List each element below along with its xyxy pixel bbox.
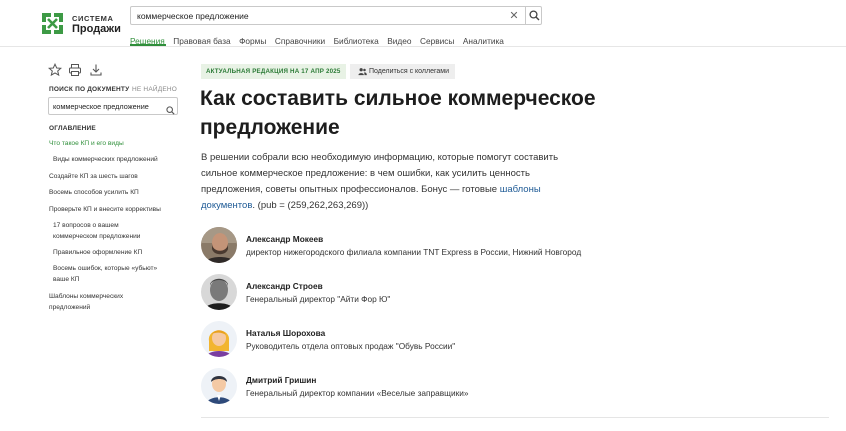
page-title: Как составить сильное коммерческое предл… xyxy=(200,84,760,142)
edition-badge: АКТУАЛЬНАЯ РЕДАКЦИЯ НА 17 АПР 2025 xyxy=(201,64,346,79)
toc-item-formatting[interactable]: Правильное оформление КП xyxy=(53,248,142,259)
nav-item-legal-base[interactable]: Правовая база xyxy=(173,36,230,46)
logo-text-bottom: Продажи xyxy=(72,23,121,35)
templates-link[interactable]: шаблоны xyxy=(500,184,541,195)
search-input[interactable] xyxy=(137,7,497,24)
nav-item-video[interactable]: Видео xyxy=(387,36,411,46)
doc-search-box xyxy=(48,97,178,115)
search-button[interactable] xyxy=(525,7,542,24)
avatar xyxy=(201,227,237,263)
toc-item-kp-types[interactable]: Виды коммерческих предложений xyxy=(53,155,158,166)
lead-line1: В решении собрали всю необходимую информ… xyxy=(201,152,559,163)
expert-name[interactable]: Александр Строев xyxy=(246,281,323,291)
toc-item-eight-mistakes[interactable]: Восемь ошибок, которые «убьют» xyxy=(53,264,157,275)
divider xyxy=(201,417,829,418)
logo-text-top: СИСТЕМА xyxy=(72,14,114,23)
toc-item-eight-ways[interactable]: Восемь способов усилить КП xyxy=(49,188,139,199)
toc-item-eight-mistakes-cont[interactable]: ваше КП xyxy=(53,275,79,286)
expert-card: Александр Строев Генеральный директор "А… xyxy=(201,274,761,310)
nav-item-forms[interactable]: Формы xyxy=(239,36,266,46)
lead-line2: сильное коммерческое предложение: в чем … xyxy=(201,168,530,179)
toc-item-check-kp[interactable]: Проверьте КП и внесите коррективы xyxy=(49,205,161,216)
header: СИСТЕМА Продажи ✕ РешенияПравовая базаФо… xyxy=(0,0,846,47)
search-icon[interactable] xyxy=(166,102,175,120)
expert-role: Генеральный директор "Айти Фор Ю" xyxy=(246,294,391,304)
expert-role: Руководитель отдела оптовых продаж "Обув… xyxy=(246,341,456,351)
nav-item-analytics[interactable]: Аналитика xyxy=(463,36,504,46)
expert-name[interactable]: Александр Мокеев xyxy=(246,234,323,244)
expert-role: директор нижегородского филиала компании… xyxy=(246,247,582,257)
expert-role: Генеральный директор компании «Веселые з… xyxy=(246,388,469,398)
print-icon[interactable] xyxy=(68,63,82,82)
doc-search-status: НЕ НАЙДЕНО xyxy=(132,86,178,93)
nav-item-library[interactable]: Библиотека xyxy=(334,36,379,46)
page-title-line1: Как составить сильное коммерческое xyxy=(200,87,596,110)
toc-item-17-questions[interactable]: 17 вопросов о вашем xyxy=(53,221,119,232)
star-icon[interactable] xyxy=(47,62,63,82)
lead-tail: . (pub = (259,262,263,269)) xyxy=(252,200,369,211)
nav-item-services[interactable]: Сервисы xyxy=(420,36,454,46)
toc-item-templates[interactable]: Шаблоны коммерческих xyxy=(49,292,123,303)
logo[interactable]: СИСТЕМА Продажи xyxy=(40,11,121,37)
expert-card: Александр Мокеев директор нижегородского… xyxy=(201,227,761,263)
toc-item-17-questions-cont[interactable]: коммерческом предложении xyxy=(53,232,140,243)
avatar xyxy=(201,368,237,404)
logo-icon xyxy=(42,13,63,34)
users-icon xyxy=(358,68,367,76)
main-nav: Решения Правовая база Формы Справочники Библ… xyxy=(130,31,512,46)
page-title-line2: предложение xyxy=(200,116,340,139)
nav-item-references[interactable]: Справочники xyxy=(275,36,325,46)
share-button[interactable]: Поделиться с коллегами xyxy=(350,64,456,79)
toc-item-six-steps[interactable]: Создайте КП за шесть шагов xyxy=(49,172,138,183)
avatar xyxy=(201,274,237,310)
share-label: Поделиться с коллегами xyxy=(369,68,450,75)
expert-card: Дмитрий Гришин Генеральный директор комп… xyxy=(201,368,761,404)
doc-search-label: ПОИСК ПО ДОКУМЕНТУ xyxy=(49,86,130,93)
toc-label: ОГЛАВЛЕНИЕ xyxy=(49,125,96,132)
avatar xyxy=(201,321,237,357)
expert-name[interactable]: Наталья Шорохова xyxy=(246,328,325,338)
article-lead: В решении собрали всю необходимую информ… xyxy=(201,150,621,214)
toc-item-templates-cont[interactable]: предложений xyxy=(49,303,90,314)
toc-item-what-is-kp[interactable]: Что такое КП и его виды xyxy=(49,139,124,150)
doc-search-input[interactable] xyxy=(53,98,163,114)
document-actions xyxy=(47,62,108,77)
expert-card: Наталья Шорохова Руководитель отдела опт… xyxy=(201,321,761,357)
nav-active-indicator xyxy=(130,44,166,46)
download-icon[interactable] xyxy=(89,63,103,82)
lead-line3: предложения, советы опытных профессионал… xyxy=(201,184,500,195)
search-bar: ✕ xyxy=(130,6,542,25)
documents-link[interactable]: документов xyxy=(201,200,252,211)
expert-name[interactable]: Дмитрий Гришин xyxy=(246,375,316,385)
search-icon xyxy=(529,10,540,21)
close-icon[interactable]: ✕ xyxy=(507,9,521,23)
